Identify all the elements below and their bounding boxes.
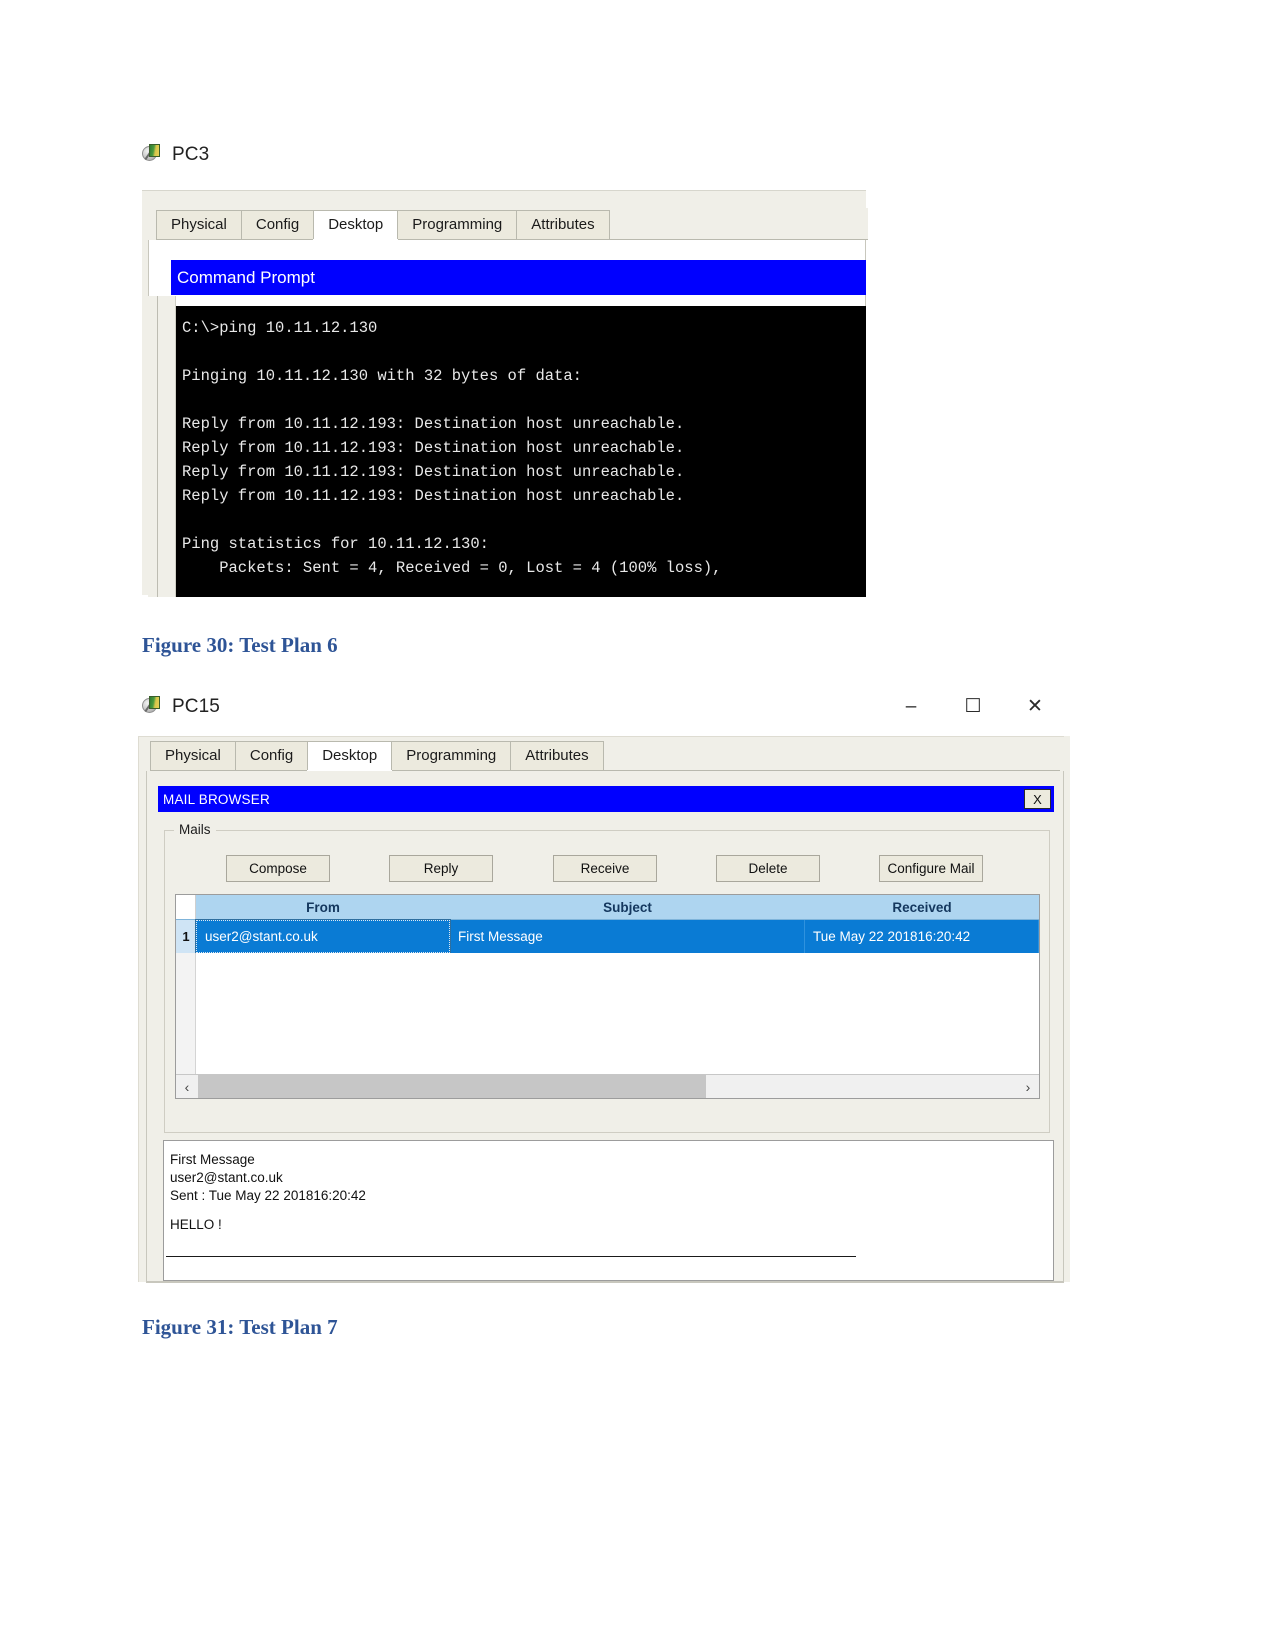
command-prompt-title-label: Command Prompt (177, 267, 315, 287)
window-controls: – ☐ ✕ (900, 697, 1046, 716)
mail-browser-titlebar: MAIL BROWSER X (158, 786, 1054, 812)
tab-programming[interactable]: Programming (397, 210, 518, 239)
scrollbar-track[interactable] (198, 1075, 1017, 1098)
tab-config[interactable]: Config (240, 210, 315, 239)
mail-list-empty-area (176, 953, 1039, 1074)
preview-sent: Sent : Tue May 22 201816:20:42 (170, 1188, 366, 1203)
minimize-icon[interactable]: – (900, 697, 922, 716)
pc15-window-bottom-edge (146, 1281, 1064, 1283)
mail-table-header: From Subject Received (176, 895, 1039, 920)
tab-physical[interactable]: Physical (156, 210, 242, 239)
mails-group-label: Mails (174, 822, 216, 837)
maximize-icon[interactable]: ☐ (962, 697, 984, 716)
command-prompt-left-rail (148, 296, 176, 597)
table-corner-cell (176, 895, 196, 919)
column-header-subject[interactable]: Subject (450, 895, 805, 919)
preview-divider (166, 1256, 856, 1257)
horizontal-scrollbar[interactable]: ‹ › (176, 1074, 1039, 1098)
scroll-right-arrow-icon[interactable]: › (1017, 1075, 1039, 1098)
preview-body: HELLO ! (170, 1217, 222, 1232)
column-header-from[interactable]: From (196, 895, 450, 919)
receive-button[interactable]: Receive (553, 855, 657, 882)
column-header-received[interactable]: Received (805, 895, 1039, 919)
command-prompt-console[interactable]: C:\>ping 10.11.12.130 Pinging 10.11.12.1… (176, 306, 866, 597)
pc-device-icon (142, 696, 164, 718)
command-prompt-titlebar: Command Prompt (171, 260, 866, 295)
reply-button[interactable]: Reply (389, 855, 493, 882)
configure-mail-button[interactable]: Configure Mail (879, 855, 983, 882)
mail-browser-close-button[interactable]: X (1024, 789, 1051, 809)
cell-from[interactable]: user2@stant.co.uk (195, 919, 451, 954)
mail-list-table: From Subject Received 1 user2@stant.co.u… (175, 894, 1040, 1099)
pc3-window-titlebar: PC3 (142, 144, 209, 166)
cell-received[interactable]: Tue May 22 201816:20:42 (805, 920, 1039, 953)
tab-programming[interactable]: Programming (391, 741, 512, 770)
tab-attributes[interactable]: Attributes (516, 210, 610, 239)
tab-physical[interactable]: Physical (150, 741, 236, 770)
mail-preview-pane: First Message user2@stant.co.uk Sent : T… (163, 1140, 1054, 1281)
pc-device-icon (142, 144, 164, 166)
pc15-window-right-edge (1064, 736, 1070, 1282)
cell-subject[interactable]: First Message (450, 920, 805, 953)
tab-desktop[interactable]: Desktop (307, 741, 393, 770)
row-index: 1 (176, 920, 196, 953)
preview-subject: First Message (170, 1152, 255, 1167)
pc3-title-label: PC3 (172, 144, 210, 165)
scroll-left-arrow-icon[interactable]: ‹ (176, 1075, 198, 1098)
pc15-window-titlebar: PC15 (142, 696, 220, 718)
tab-config[interactable]: Config (234, 741, 309, 770)
preview-from: user2@stant.co.uk (170, 1170, 283, 1185)
delete-button[interactable]: Delete (716, 855, 820, 882)
compose-button[interactable]: Compose (226, 855, 330, 882)
tab-desktop[interactable]: Desktop (313, 210, 399, 239)
figure-30-caption: Figure 30: Test Plan 6 (142, 633, 338, 657)
tab-attributes[interactable]: Attributes (510, 741, 604, 770)
figure-31-caption: Figure 31: Test Plan 7 (142, 1315, 338, 1339)
pc3-tabstrip: Physical Config Desktop Programming Attr… (156, 208, 868, 240)
mail-browser-title-label: MAIL BROWSER (163, 791, 270, 807)
scrollbar-thumb[interactable] (198, 1075, 706, 1098)
pc15-tabstrip: Physical Config Desktop Programming Attr… (150, 741, 1060, 771)
close-icon[interactable]: ✕ (1024, 697, 1046, 716)
pc15-title-label: PC15 (172, 696, 220, 717)
table-row[interactable]: 1 user2@stant.co.uk First Message Tue Ma… (176, 919, 1039, 954)
